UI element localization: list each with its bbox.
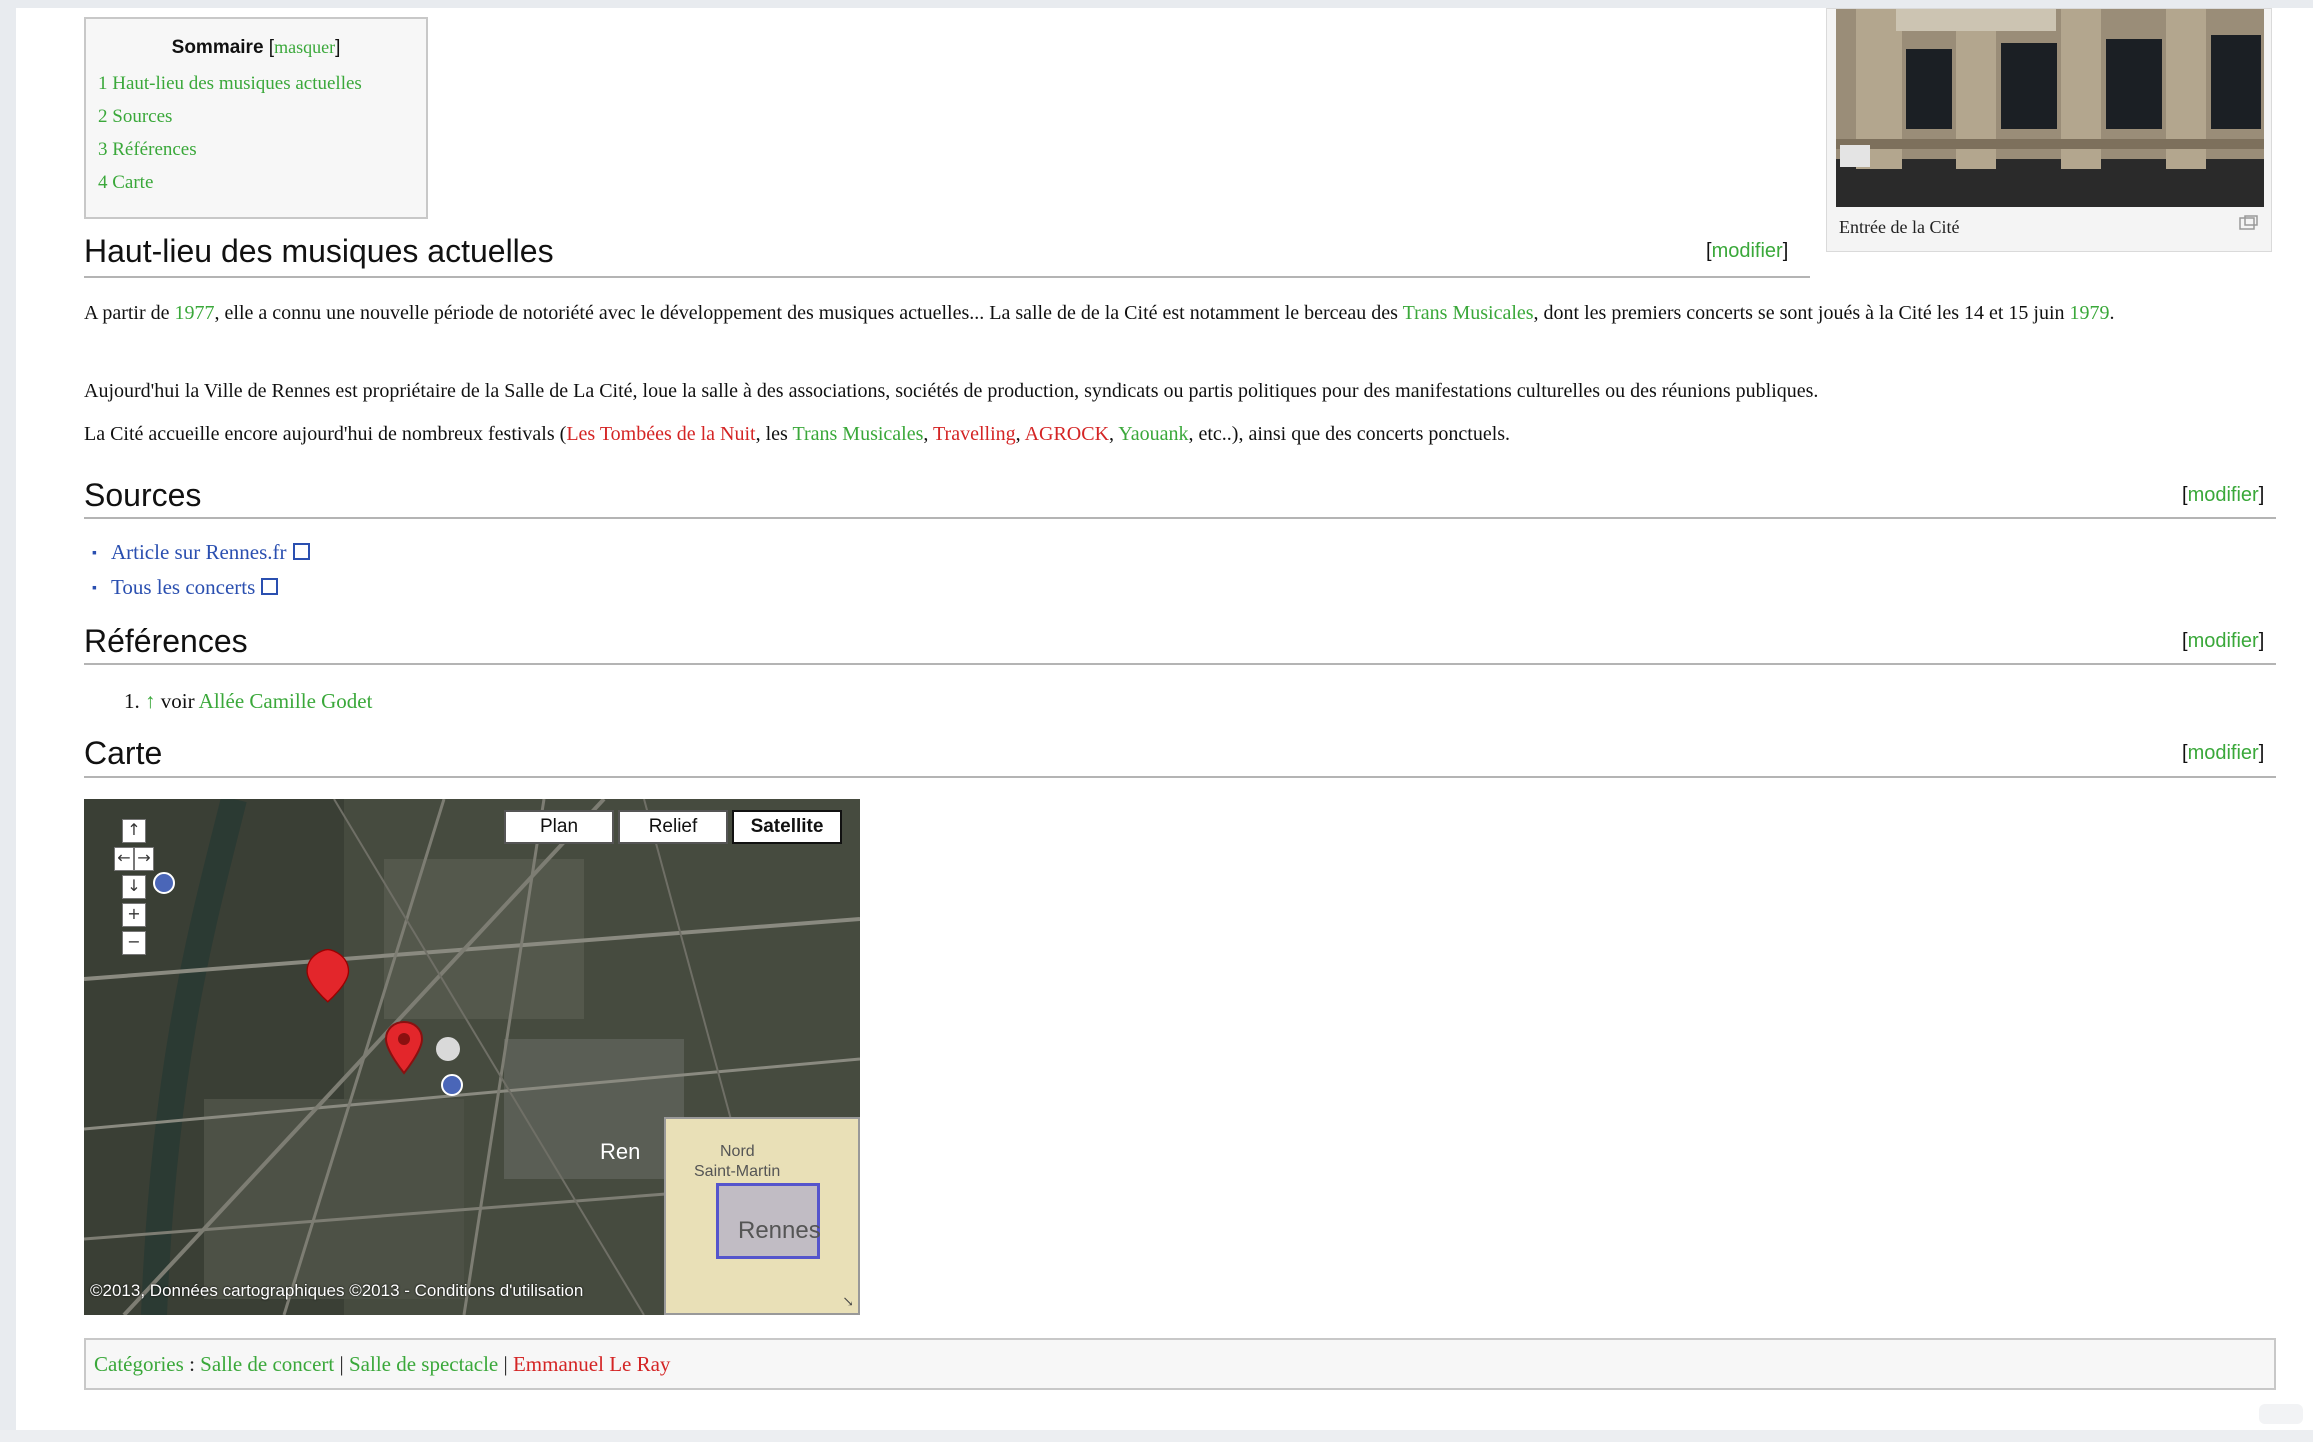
zoom-in-button[interactable]: + <box>122 903 146 927</box>
categories-label-link[interactable]: Catégories <box>94 1352 184 1376</box>
list-item[interactable]: Tous les concerts <box>92 575 310 600</box>
link-trans-musicales[interactable]: Trans Musicales <box>1403 302 1534 324</box>
reference-item: 1. ↑ voir Allée Camille Godet <box>124 689 373 713</box>
edit-link-haut-lieu[interactable]: [modifier] <box>1706 240 1788 263</box>
toc-list: 1 Haut-lieu des musiques actuelles 2 Sou… <box>98 73 426 194</box>
resize-handle[interactable] <box>2259 1404 2303 1424</box>
overview-toggle-icon[interactable]: ↘ <box>842 1294 854 1311</box>
map-tab-satellite[interactable]: Satellite <box>732 810 842 844</box>
toc-item[interactable]: 4 Carte <box>98 172 426 194</box>
toc-title: Sommaire <box>171 37 264 58</box>
toc-link-haut-lieu[interactable]: 1 Haut-lieu des musiques actuelles <box>98 73 362 94</box>
link-trans-musicales-2[interactable]: Trans Musicales <box>792 423 923 445</box>
overview-label-rennes: Rennes <box>738 1217 821 1244</box>
category-salle-de-concert[interactable]: Salle de concert <box>200 1352 334 1376</box>
link-travelling[interactable]: Travelling <box>933 423 1016 445</box>
category-emmanuel-le-ray[interactable]: Emmanuel Le Ray <box>513 1352 670 1376</box>
map-zoom-control: ↑ ← → ↓ + − <box>114 815 154 959</box>
edit-link-sources[interactable]: [modifier] <box>2182 484 2264 507</box>
heading-rule <box>84 276 1810 278</box>
external-link-icon <box>292 543 310 560</box>
window-frame-bottom <box>0 1430 2313 1442</box>
heading-rule <box>84 776 2276 778</box>
heading-carte: Carte <box>84 735 163 771</box>
link-1977[interactable]: 1977 <box>175 302 215 324</box>
location-marker-icon[interactable] <box>384 1021 424 1075</box>
image-thumbnail: Entrée de la Cité <box>1826 8 2272 252</box>
link-tous-les-concerts[interactable]: Tous les concerts <box>111 575 255 599</box>
map-tab-relief[interactable]: Relief <box>618 810 728 844</box>
link-agrock[interactable]: AGROCK <box>1025 423 1109 445</box>
edit-link-carte[interactable]: [modifier] <box>2182 742 2264 765</box>
edit-link-references[interactable]: [modifier] <box>2182 630 2264 653</box>
overview-label-nord: Nord <box>720 1143 755 1160</box>
window-frame-top <box>0 0 2313 8</box>
toc-hide-link[interactable]: masquer <box>274 37 335 57</box>
paragraph-ownership: Aujourd'hui la Ville de Rennes est propr… <box>84 380 1819 402</box>
map-copyright[interactable]: ©2013, Données cartographiques ©2013 - C… <box>90 1281 583 1301</box>
toc-item[interactable]: 3 Références <box>98 139 426 161</box>
toc-link-references[interactable]: 3 Références <box>98 139 197 160</box>
map-city-label: Ren <box>600 1139 641 1164</box>
link-article-rennes[interactable]: Article sur Rennes.fr <box>111 540 287 564</box>
paragraph-history: A partir de 1977, elle a connu une nouve… <box>84 302 2115 324</box>
pan-right-icon[interactable]: → <box>134 847 154 871</box>
overview-label-saint-martin: Saint-Martin <box>694 1163 781 1180</box>
pan-up-icon[interactable]: ↑ <box>122 819 146 843</box>
paragraph-festivals: La Cité accueille encore aujourd'hui de … <box>84 423 1511 445</box>
window-frame-left <box>0 0 16 1442</box>
link-allee-camille-godet[interactable]: Allée Camille Godet <box>199 689 373 713</box>
heading-rule <box>84 517 2276 519</box>
category-bar: Catégories : Salle de concert | Salle de… <box>84 1338 2276 1390</box>
pan-left-icon[interactable]: ← <box>114 847 134 871</box>
map-widget[interactable]: Ren ↑ ← → ↓ + − Plan Relief Satellite No… <box>84 799 860 1315</box>
thumbnail-caption: Entrée de la Cité <box>1839 217 1960 237</box>
link-yaouank[interactable]: Yaouank <box>1118 423 1188 445</box>
heading-sources: Sources <box>84 477 202 513</box>
zoom-out-button[interactable]: − <box>122 931 146 955</box>
reference-number: 1. <box>124 689 140 713</box>
map-overview[interactable]: Nord Saint-Martin Rennes ↘ <box>664 1117 860 1315</box>
external-link-icon <box>261 578 279 595</box>
heading-references: Références <box>84 623 248 659</box>
toc-header: Sommaire [masquer] <box>171 37 341 58</box>
list-item[interactable]: Article sur Rennes.fr <box>92 540 310 565</box>
toc-link-carte[interactable]: 4 Carte <box>98 172 153 193</box>
link-1979[interactable]: 1979 <box>2070 302 2110 324</box>
toc-link-sources[interactable]: 2 Sources <box>98 106 172 127</box>
pan-down-icon[interactable]: ↓ <box>122 875 146 899</box>
enlarge-icon[interactable] <box>2239 215 2259 231</box>
table-of-contents: Sommaire [masquer] 1 Haut-lieu des musiq… <box>84 17 428 219</box>
toc-item[interactable]: 1 Haut-lieu des musiques actuelles <box>98 73 426 95</box>
map-type-tabs: Plan Relief Satellite <box>504 810 846 844</box>
map-tab-plan[interactable]: Plan <box>504 810 614 844</box>
heading-rule <box>84 663 2276 665</box>
heading-haut-lieu: Haut-lieu des musiques actuelles <box>84 233 554 269</box>
category-salle-de-spectacle[interactable]: Salle de spectacle <box>349 1352 498 1376</box>
sources-list: Article sur Rennes.fr Tous les concerts <box>92 540 310 610</box>
reference-backlink[interactable]: ↑ <box>145 689 156 713</box>
building-photo[interactable] <box>1836 9 2264 207</box>
toc-item[interactable]: 2 Sources <box>98 106 426 128</box>
link-tombees-de-la-nuit[interactable]: Les Tombées de la Nuit <box>566 423 755 445</box>
